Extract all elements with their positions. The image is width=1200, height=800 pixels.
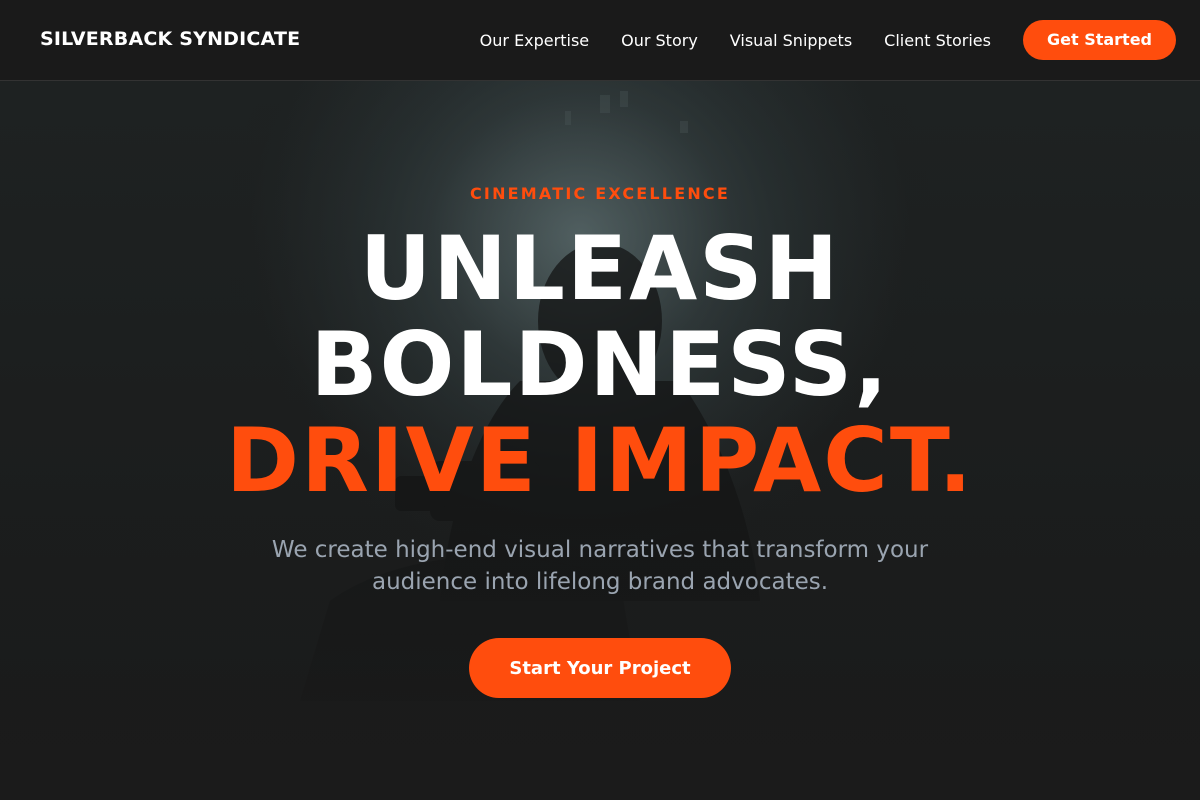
- hero-eyebrow: CINEMATIC EXCELLENCE: [469, 184, 730, 203]
- nav-link-visual-snippets[interactable]: Visual Snippets: [730, 31, 852, 50]
- hero-section: CINEMATIC EXCELLENCE UNLEASH BOLDNESS, D…: [0, 81, 1200, 800]
- headline-line-3: DRIVE IMPACT.: [226, 409, 974, 512]
- landing-page: SILVERBACK SYNDICATE Our Expertise Our S…: [0, 0, 1200, 800]
- headline-line-2: BOLDNESS,: [310, 313, 890, 416]
- main-nav: Our Expertise Our Story Visual Snippets …: [480, 20, 1176, 60]
- site-header: SILVERBACK SYNDICATE Our Expertise Our S…: [0, 0, 1200, 81]
- hero-content: CINEMATIC EXCELLENCE UNLEASH BOLDNESS, D…: [0, 81, 1200, 800]
- nav-link-client-stories[interactable]: Client Stories: [884, 31, 991, 50]
- headline-line-1: UNLEASH: [359, 217, 841, 320]
- nav-link-our-expertise[interactable]: Our Expertise: [480, 31, 589, 50]
- hero-headline: UNLEASH BOLDNESS, DRIVE IMPACT.: [0, 221, 1200, 509]
- hero-subheading: We create high-end visual narratives tha…: [271, 537, 929, 595]
- get-started-button[interactable]: Get Started: [1022, 20, 1176, 60]
- brand-logo[interactable]: SILVERBACK SYNDICATE: [40, 28, 300, 50]
- start-your-project-button[interactable]: Start Your Project: [469, 638, 731, 698]
- nav-link-our-story[interactable]: Our Story: [621, 31, 698, 50]
